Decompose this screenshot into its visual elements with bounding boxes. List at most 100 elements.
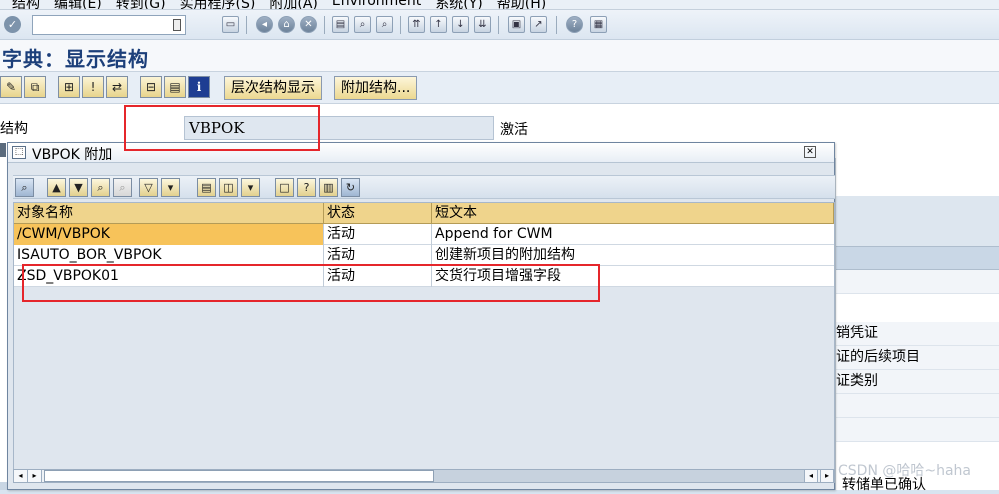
exit-icon[interactable]: ⌂	[278, 16, 295, 33]
background-row: 销凭证	[836, 322, 999, 346]
first-page-icon[interactable]: ⇈	[408, 16, 425, 33]
dialog-title: VBPOK 附加	[32, 147, 113, 163]
new-session-icon[interactable]: ▣	[508, 16, 525, 33]
append-structures-dialog: ⬚ VBPOK 附加 ✕ ⌕ ▲ ▼ ⌕ ⌕ ▽ ▾ ▤ ◫ ▾ □ ? ▥ ↻…	[7, 142, 835, 490]
back-icon[interactable]: ◂	[256, 16, 273, 33]
background-row	[836, 394, 999, 418]
print-list-icon[interactable]: ▤	[164, 76, 186, 98]
filter-icon[interactable]: ▽	[139, 178, 158, 197]
background-panel-block	[836, 196, 999, 246]
scroll-left-icon[interactable]: ◂	[14, 470, 28, 482]
cell-status[interactable]: 活动	[324, 245, 432, 266]
background-fragment	[0, 143, 6, 157]
scroll-right-icon[interactable]: ▸	[820, 470, 834, 482]
application-toolbar: ✎ ⧉ ⊞ ! ⇄ ⊟ ▤ i 层次结构显示 附加结构...	[0, 72, 999, 104]
toolbar-separator	[556, 16, 557, 34]
menu-extras[interactable]: 附加(A)	[269, 0, 318, 9]
scroll-right-icon[interactable]: ▸	[28, 470, 42, 482]
grid-header: 对象名称 状态 短文本	[14, 203, 834, 224]
hierarchy-display-button[interactable]: 层次结构显示	[224, 76, 322, 100]
background-row	[836, 418, 999, 442]
menu-environment[interactable]: Environment	[332, 0, 421, 9]
background-row: 证类别	[836, 370, 999, 394]
layout-icon[interactable]: ▦	[590, 16, 607, 33]
shortcut-icon[interactable]: ↗	[530, 16, 547, 33]
next-page-icon[interactable]: ↓	[452, 16, 469, 33]
menu-system[interactable]: 系统(Y)	[435, 0, 482, 9]
dialog-toolbar: ⌕ ▲ ▼ ⌕ ⌕ ▽ ▾ ▤ ◫ ▾ □ ? ▥ ↻	[13, 175, 835, 199]
help-icon[interactable]: ?	[566, 16, 583, 33]
new-icon[interactable]: □	[275, 178, 294, 197]
scrollbar-track[interactable]	[434, 470, 804, 482]
help-icon[interactable]: ?	[297, 178, 316, 197]
delete-icon[interactable]: ▥	[319, 178, 338, 197]
menu-edit[interactable]: 编辑(E)	[54, 0, 102, 9]
print-icon[interactable]: ▤	[197, 178, 216, 197]
column-header-short-text[interactable]: 短文本	[432, 203, 834, 224]
background-row	[836, 270, 999, 294]
structure-status: 激活	[500, 122, 528, 138]
background-panel-header	[836, 246, 999, 270]
menu-structure[interactable]: 结构	[12, 0, 40, 9]
cell-status[interactable]: 活动	[324, 224, 432, 245]
cell-object-name[interactable]: /CWM/VBPOK	[14, 224, 324, 245]
find-next-icon[interactable]: ⌕	[113, 178, 132, 197]
where-used-icon[interactable]: ⊞	[58, 76, 80, 98]
activate-icon[interactable]: !	[82, 76, 104, 98]
cell-short-text[interactable]: Append for CWM	[432, 224, 834, 245]
view-dropdown-icon[interactable]: ▾	[241, 178, 260, 197]
menu-help[interactable]: 帮助(H)	[497, 0, 546, 9]
close-icon[interactable]: ✕	[804, 146, 816, 158]
horizontal-scrollbar[interactable]: ◂ ▸ ◂ ▸	[13, 469, 835, 483]
table-row[interactable]: ISAUTO_BOR_VBPOK 活动 创建新项目的附加结构	[14, 245, 834, 266]
column-header-status[interactable]: 状态	[324, 203, 432, 224]
toolbar-separator	[400, 16, 401, 34]
dialog-window-icon: ⬚	[12, 146, 26, 159]
cancel-icon[interactable]: ✕	[300, 16, 317, 33]
details-icon[interactable]: ⌕	[15, 178, 34, 197]
cell-short-text[interactable]: 创建新项目的附加结构	[432, 245, 834, 266]
standard-toolbar: ✓ ▭ ◂ ⌂ ✕ ▤ ⌕ ⌕ ⇈ ↑ ↓ ⇊ ▣ ↗ ? ▦	[0, 10, 999, 40]
scroll-left-icon[interactable]: ◂	[804, 470, 818, 482]
find-icon[interactable]: ⌕	[91, 178, 110, 197]
background-field-list: 销凭证 证的后续项目 证类别	[835, 158, 999, 490]
annotation-highlight-row	[22, 264, 600, 302]
prev-page-icon[interactable]: ↑	[430, 16, 447, 33]
save-icon[interactable]: ▭	[222, 16, 239, 33]
enter-check-icon[interactable]: ✓	[4, 16, 21, 33]
print-icon[interactable]: ▤	[332, 16, 349, 33]
display-change-icon[interactable]: ✎	[0, 76, 22, 98]
append-structure-button[interactable]: 附加结构...	[334, 76, 418, 100]
table-structure-icon[interactable]: ⊟	[140, 76, 162, 98]
last-page-icon[interactable]: ⇊	[474, 16, 491, 33]
menu-utilities[interactable]: 实用程序(S)	[180, 0, 256, 9]
other-object-icon[interactable]: ⧉	[24, 76, 46, 98]
page-title: 字典：显示结构	[2, 47, 149, 71]
filter-dropdown-icon[interactable]: ▾	[161, 178, 180, 197]
refresh-icon[interactable]: ↻	[341, 178, 360, 197]
cell-object-name[interactable]: ISAUTO_BOR_VBPOK	[14, 245, 324, 266]
command-field[interactable]	[32, 15, 186, 35]
find-icon[interactable]: ⌕	[354, 16, 371, 33]
toolbar-separator	[246, 16, 247, 34]
scrollbar-thumb[interactable]	[44, 470, 434, 482]
menu-goto[interactable]: 转到(G)	[116, 0, 166, 9]
watermark: CSDN @哈哈~haha	[838, 463, 971, 479]
append-list-grid: 对象名称 状态 短文本 /CWM/VBPOK 活动 Append for CWM…	[13, 202, 835, 470]
toolbar-separator	[324, 16, 325, 34]
command-dropdown-icon[interactable]	[173, 19, 181, 31]
hierarchy-icon[interactable]: ⇄	[106, 76, 128, 98]
command-input[interactable]	[33, 16, 169, 34]
menu-bar: 结构 编辑(E) 转到(G) 实用程序(S) 附加(A) Environment…	[0, 0, 999, 10]
view-icon[interactable]: ◫	[219, 178, 238, 197]
info-icon[interactable]: i	[188, 76, 210, 98]
sort-descending-icon[interactable]: ▼	[69, 178, 88, 197]
title-bar: 字典：显示结构	[0, 40, 999, 72]
background-row: 证的后续项目	[836, 346, 999, 370]
structure-label: 结构	[0, 121, 28, 137]
table-row[interactable]: /CWM/VBPOK 活动 Append for CWM	[14, 224, 834, 245]
column-header-object-name[interactable]: 对象名称	[14, 203, 324, 224]
sort-ascending-icon[interactable]: ▲	[47, 178, 66, 197]
annotation-highlight-structure	[124, 105, 320, 151]
find-next-icon[interactable]: ⌕	[376, 16, 393, 33]
